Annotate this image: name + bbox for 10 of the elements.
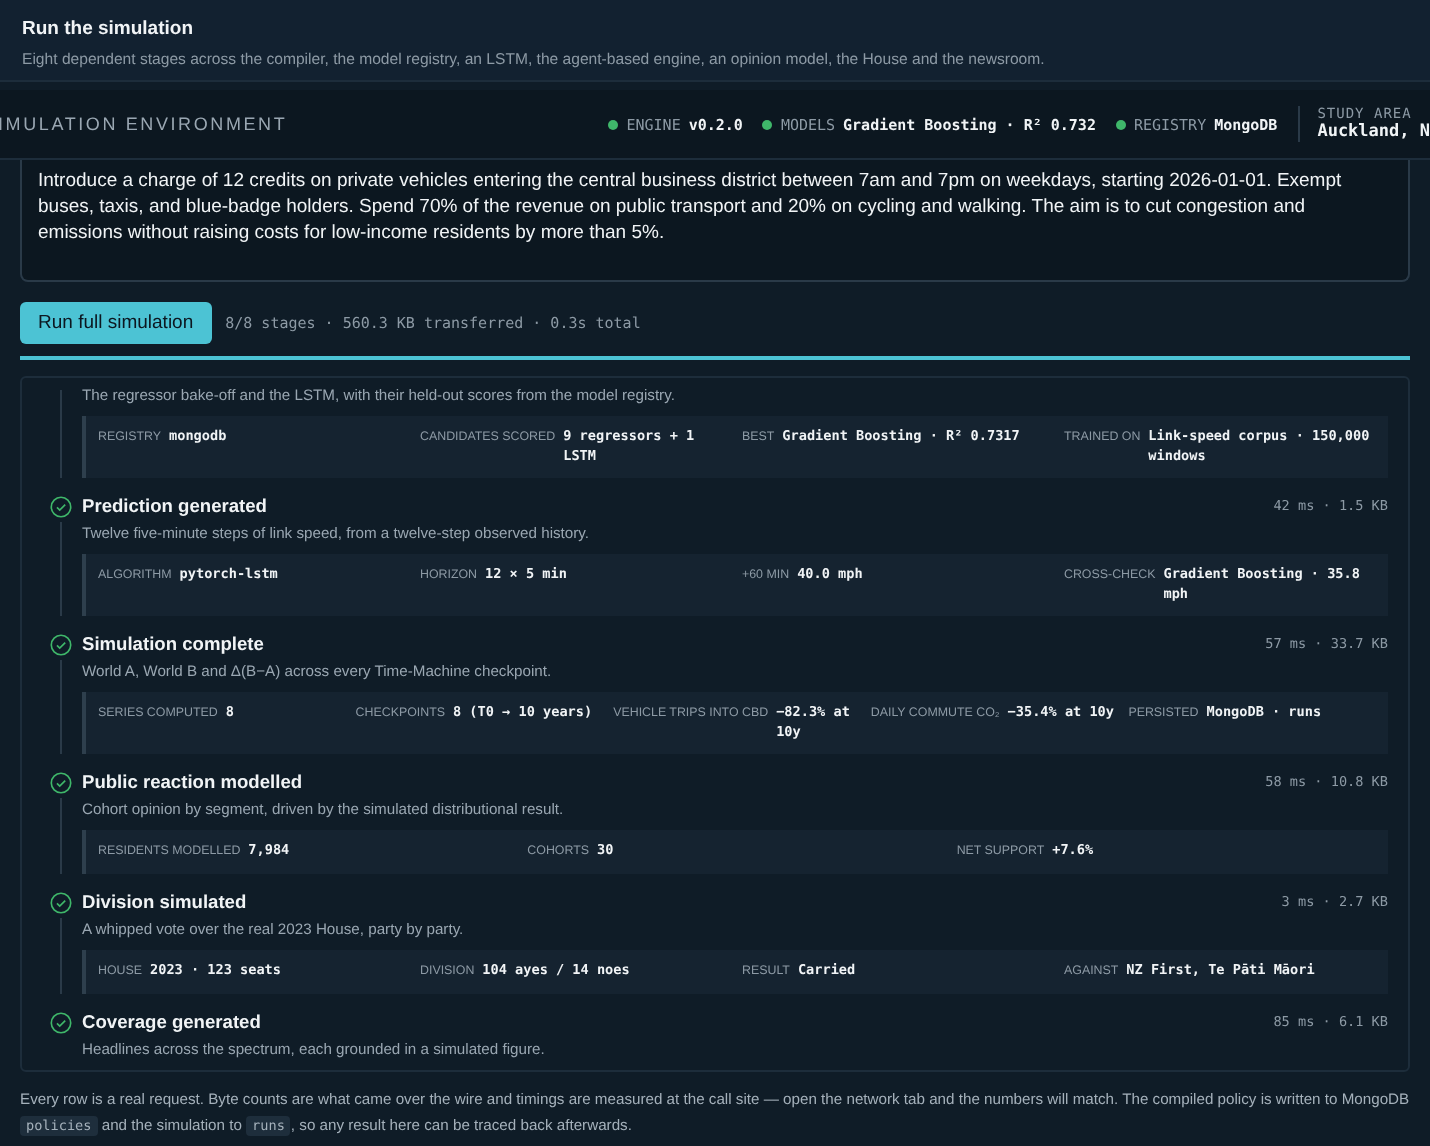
page-title: Run the simulation <box>22 18 195 40</box>
stage-title: Simulation complete <box>82 634 264 654</box>
run-simulation-button[interactable]: Run full simulation <box>20 302 212 344</box>
stage-title: Division simulated <box>82 892 247 912</box>
policy-text-area[interactable]: Introduce a charge of 12 credits on private vehicles entering the central business district between 7am and 7pm on weekdays, starting 2026-01-01. Exempt buses, taxis, and blue-badge holders. Spend 70% of the revenue on public transport and 20% on cycling and walking. The aim is to cut congestion and emissions without raising costs for low-income residents by more than 5%. <box>20 160 1410 282</box>
study-area-value: Auckland, N <box>1317 122 1430 142</box>
stage-title: Prediction generated <box>82 496 267 516</box>
stage-title: Coverage generated <box>82 1012 261 1032</box>
environment-label: IMULATION ENVIRONMENT <box>0 114 290 134</box>
stage-title: Public reaction modelled <box>82 772 303 792</box>
